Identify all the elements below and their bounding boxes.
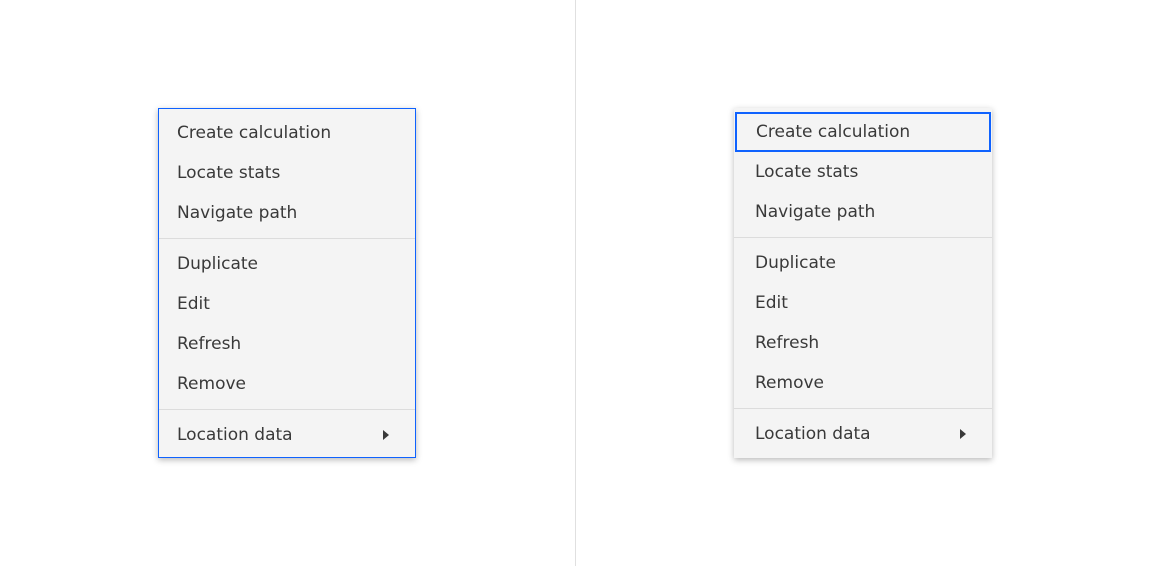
item-label: Remove	[755, 373, 824, 393]
menu-item-edit[interactable]: Edit	[159, 284, 415, 324]
item-label: Location data	[755, 424, 871, 444]
item-label: Locate stats	[177, 163, 281, 183]
item-label: Locate stats	[755, 162, 859, 182]
menu-item-edit[interactable]: Edit	[734, 283, 992, 323]
menu-separator	[159, 238, 415, 239]
menu-item-refresh[interactable]: Refresh	[734, 323, 992, 363]
item-label: Navigate path	[177, 203, 298, 223]
caret-right-icon	[383, 430, 389, 440]
menu-separator	[734, 408, 992, 409]
menu-item-duplicate[interactable]: Duplicate	[734, 243, 992, 283]
menu-item-locate-stats[interactable]: Locate stats	[159, 153, 415, 193]
item-label: Refresh	[755, 333, 820, 353]
menu-item-create-calculation[interactable]: Create calculation	[735, 112, 991, 152]
menu-item-remove[interactable]: Remove	[734, 363, 992, 403]
panel-divider	[575, 0, 576, 566]
menu-item-navigate-path[interactable]: Navigate path	[734, 192, 992, 232]
menu-item-create-calculation[interactable]: Create calculation	[159, 113, 415, 153]
item-label: Create calculation	[756, 122, 911, 142]
menu-separator	[159, 409, 415, 410]
item-label: Edit	[177, 294, 210, 314]
item-label: Create calculation	[177, 123, 332, 143]
item-label: Navigate path	[755, 202, 876, 222]
item-label: Edit	[755, 293, 788, 313]
item-label: Refresh	[177, 334, 242, 354]
menu-item-remove[interactable]: Remove	[159, 364, 415, 404]
menu-separator	[734, 237, 992, 238]
menu-item-locate-stats[interactable]: Locate stats	[734, 152, 992, 192]
caret-right-icon	[960, 429, 966, 439]
menu-item-navigate-path[interactable]: Navigate path	[159, 193, 415, 233]
item-label: Location data	[177, 425, 293, 445]
menu-item-location-data[interactable]: Location data	[159, 415, 415, 455]
context-menu-focused[interactable]: Create calculation Locate stats Navigate…	[158, 108, 416, 458]
menu-item-duplicate[interactable]: Duplicate	[159, 244, 415, 284]
menu-item-location-data[interactable]: Location data	[734, 414, 992, 454]
item-label: Duplicate	[177, 254, 258, 274]
item-label: Remove	[177, 374, 246, 394]
item-label: Duplicate	[755, 253, 836, 273]
menu-item-refresh[interactable]: Refresh	[159, 324, 415, 364]
context-menu-item-focused[interactable]: Create calculation Locate stats Navigate…	[734, 108, 992, 458]
